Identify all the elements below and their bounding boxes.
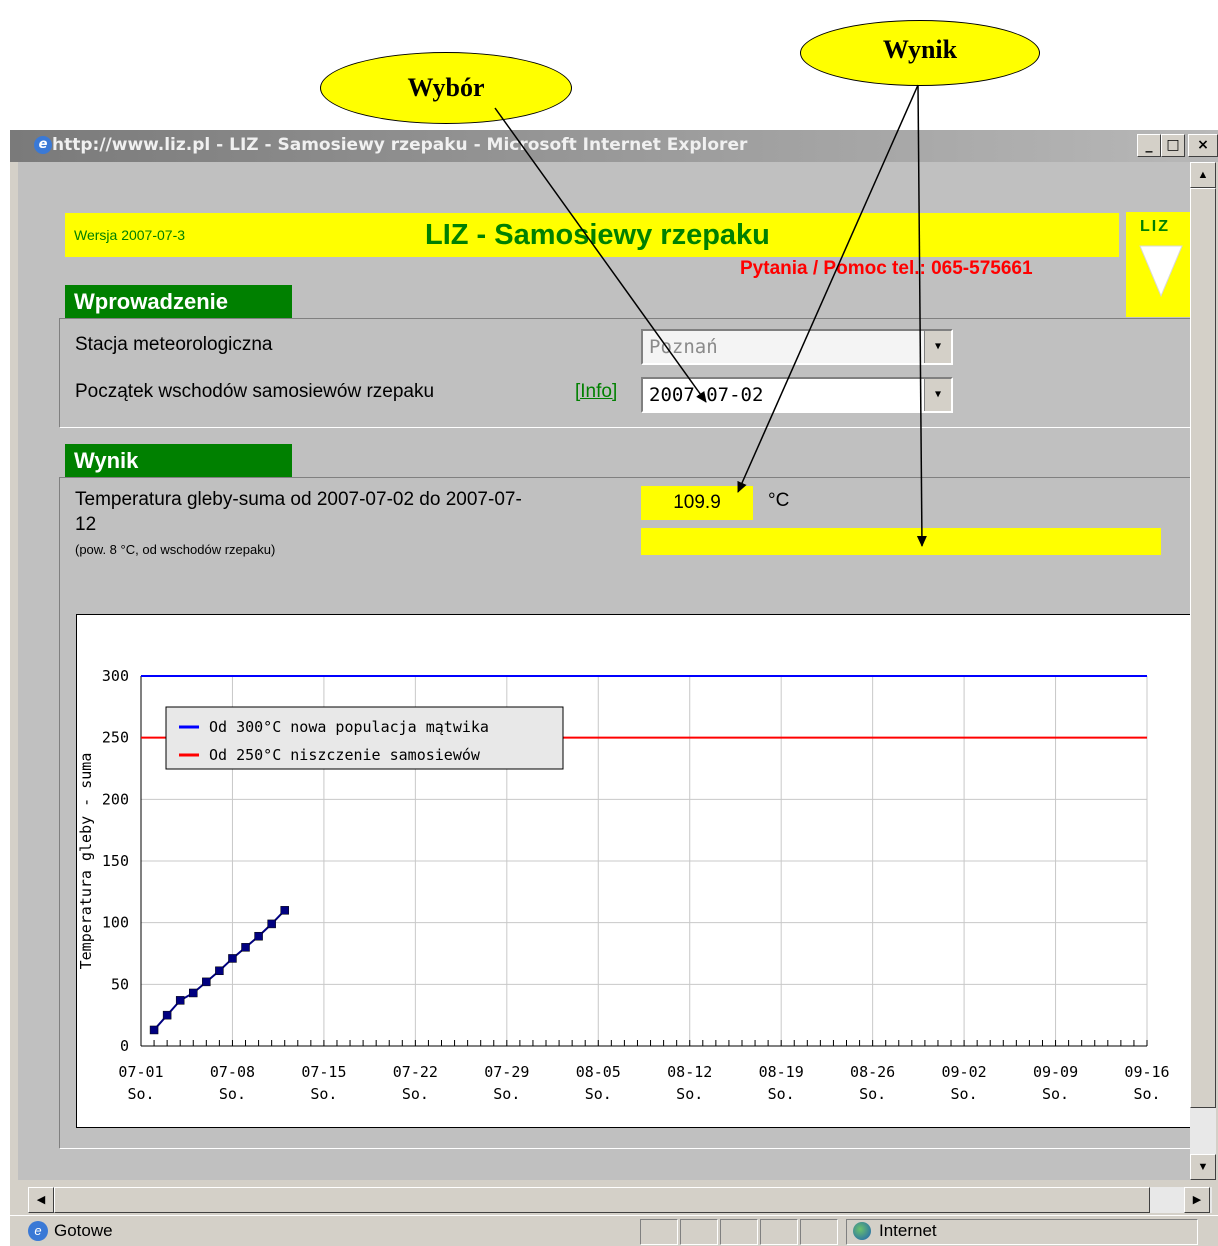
arrow-wynik-value — [737, 84, 919, 493]
annotation-arrows — [494, 84, 927, 547]
arrow-wybor — [494, 107, 707, 403]
arrow-wynik-bar — [916, 84, 927, 547]
